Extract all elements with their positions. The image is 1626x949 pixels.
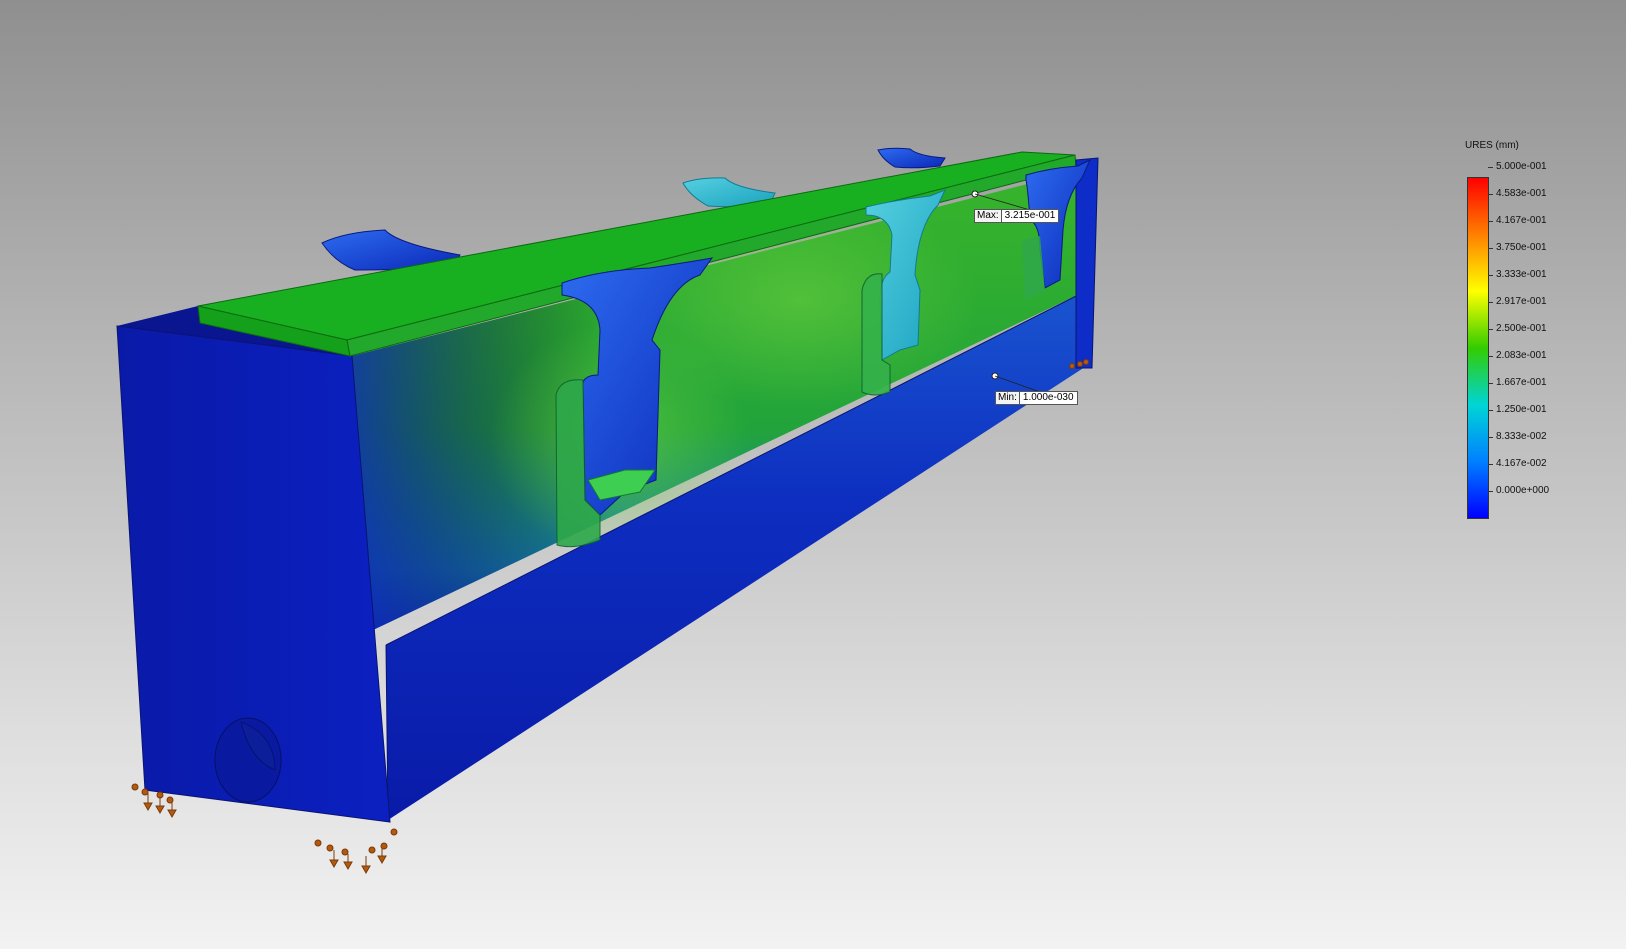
fixture-arrows-right bbox=[314, 828, 398, 875]
legend-label: 4.583e-001 bbox=[1496, 188, 1547, 199]
legend-tick bbox=[1488, 437, 1493, 438]
legend-tick bbox=[1488, 275, 1493, 276]
legend-label: 2.083e-001 bbox=[1496, 350, 1547, 361]
min-probe-label: Min: bbox=[995, 391, 1020, 405]
legend-label: 0.000e+000 bbox=[1496, 485, 1550, 496]
beam-right-end bbox=[1075, 157, 1099, 369]
legend-label: 4.167e-001 bbox=[1496, 215, 1547, 226]
results-legend[interactable]: URES (mm) 5.000e-001 4.583e-001 4.167e-001… bbox=[1460, 135, 1600, 519]
legend-tick bbox=[1488, 329, 1493, 330]
legend-tick bbox=[1488, 167, 1493, 168]
legend-label: 1.667e-001 bbox=[1496, 377, 1547, 388]
legend-label: 3.750e-001 bbox=[1496, 242, 1547, 253]
legend-label: 8.333e-002 bbox=[1496, 431, 1547, 442]
legend-tick bbox=[1488, 194, 1493, 195]
legend-color-bar bbox=[1467, 177, 1489, 519]
legend-label: 1.250e-001 bbox=[1496, 404, 1547, 415]
legend-tick bbox=[1488, 302, 1493, 303]
legend-tick bbox=[1488, 410, 1493, 411]
legend-tick bbox=[1488, 248, 1493, 249]
legend-label: 5.000e-001 bbox=[1496, 161, 1547, 172]
legend-label: 2.917e-001 bbox=[1496, 296, 1547, 307]
max-probe-value: 3.215e-001 bbox=[1001, 209, 1060, 223]
legend-label: 3.333e-001 bbox=[1496, 269, 1547, 280]
min-probe-tag[interactable]: Min: 1.000e-030 bbox=[995, 391, 1078, 405]
model-viewport[interactable] bbox=[0, 0, 1626, 949]
min-probe-value: 1.000e-030 bbox=[1019, 391, 1078, 405]
legend-tick bbox=[1488, 221, 1493, 222]
legend-tick bbox=[1488, 491, 1493, 492]
bracket-back-right bbox=[877, 147, 946, 169]
max-probe-label: Max: bbox=[974, 209, 1002, 223]
legend-tick bbox=[1488, 383, 1493, 384]
legend-title: URES (mm) bbox=[1465, 140, 1519, 151]
max-probe-tag[interactable]: Max: 3.215e-001 bbox=[974, 209, 1060, 223]
legend-tick bbox=[1488, 464, 1493, 465]
legend-label: 4.167e-002 bbox=[1496, 458, 1547, 469]
legend-tick bbox=[1488, 356, 1493, 357]
legend-label: 2.500e-001 bbox=[1496, 323, 1547, 334]
